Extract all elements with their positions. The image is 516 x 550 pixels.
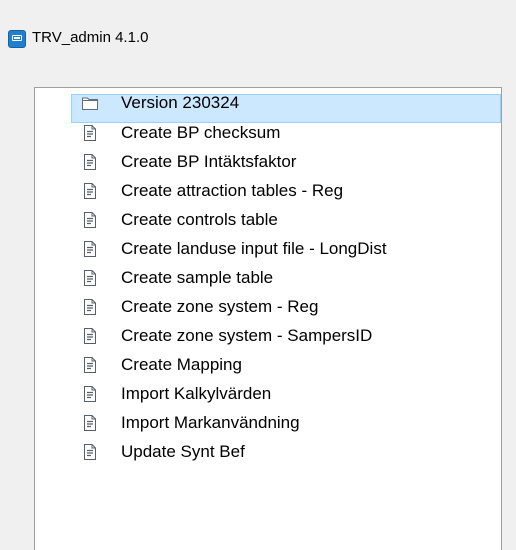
tree-item-label: Import Kalkylvärden (121, 384, 272, 403)
script-file-icon (81, 211, 99, 229)
tree-item-label: Create BP Intäktsfaktor (121, 152, 297, 171)
script-file-icon (81, 298, 99, 316)
tree-view[interactable]: Version 230324 Create BP checksum Create … (34, 87, 502, 550)
tree-item-label: Create zone system - SampersID (121, 326, 373, 345)
script-file-icon (81, 240, 99, 258)
tree-item-label: Update Synt Bef (121, 442, 245, 461)
tree-item[interactable]: Create BP checksum (35, 118, 501, 148)
tree-item-label: Create Mapping (121, 355, 242, 374)
tree-item[interactable]: Create attraction tables - Reg (35, 176, 501, 206)
tree-item-label: Create attraction tables - Reg (121, 181, 344, 200)
script-file-icon (81, 443, 99, 461)
tree-item[interactable]: Create landuse input file - LongDist (35, 234, 501, 264)
folder-icon (81, 94, 99, 112)
tree-item-version-folder[interactable]: Version 230324 (35, 88, 501, 123)
tree-item[interactable]: Import Kalkylvärden (35, 379, 501, 409)
script-file-icon (81, 414, 99, 432)
window-titlebar: TRV_admin 4.1.0 (0, 0, 516, 74)
tree-item-label: Create landuse input file - LongDist (121, 239, 387, 258)
tree-item-label: Import Markanvändning (121, 413, 300, 432)
tree-item[interactable]: Import Markanvändning (35, 408, 501, 438)
app-window-icon (8, 30, 26, 48)
script-file-icon (81, 153, 99, 171)
tree-item[interactable]: Create sample table (35, 263, 501, 293)
script-file-icon (81, 327, 99, 345)
script-file-icon (81, 124, 99, 142)
script-file-icon (81, 356, 99, 374)
window-title: TRV_admin 4.1.0 (32, 29, 149, 46)
script-file-icon (81, 269, 99, 287)
tree-item[interactable]: Create BP Intäktsfaktor (35, 147, 501, 177)
tree-item-label: Version 230324 (121, 93, 240, 112)
tree-item[interactable]: Create zone system - Reg (35, 292, 501, 322)
tree-item[interactable]: Create controls table (35, 205, 501, 235)
tree-item-label: Create sample table (121, 268, 274, 287)
script-file-icon (81, 182, 99, 200)
tree-item-label: Create controls table (121, 210, 278, 229)
tree-item[interactable]: Create zone system - SampersID (35, 321, 501, 351)
tree-item-label: Create zone system - Reg (121, 297, 319, 316)
script-file-icon (81, 385, 99, 403)
tree-item[interactable]: Create Mapping (35, 350, 501, 380)
tree-item-label: Create BP checksum (121, 123, 281, 142)
tree-item[interactable]: Update Synt Bef (35, 437, 501, 467)
